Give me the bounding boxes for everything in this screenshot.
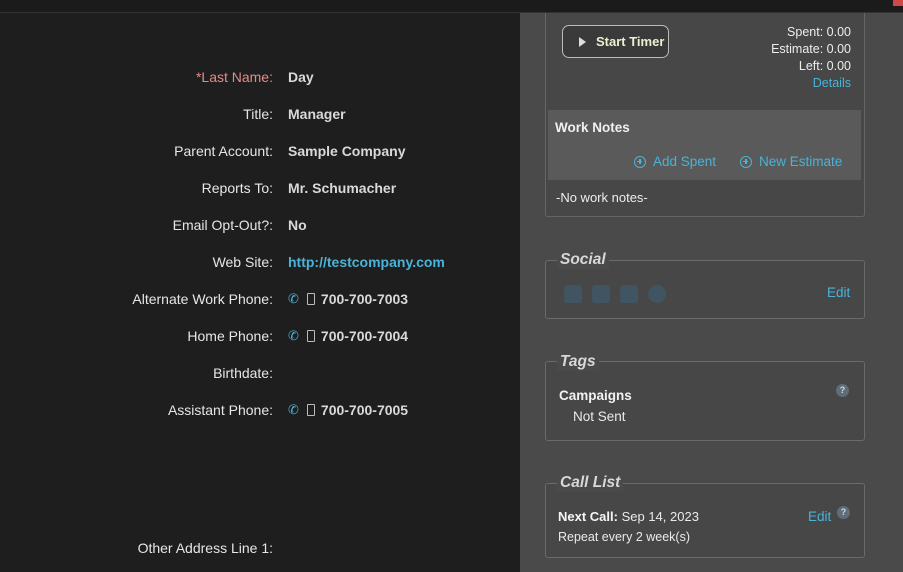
linkedin-icon[interactable] xyxy=(620,285,638,303)
campaigns-value: Not Sent xyxy=(573,409,626,424)
twitter-icon[interactable] xyxy=(592,285,610,303)
start-timer-label: Start Timer xyxy=(596,34,665,49)
mobile-icon[interactable] xyxy=(306,404,315,416)
phone-icon[interactable]: ✆ xyxy=(288,291,299,307)
next-call-label: Next Call: xyxy=(558,509,618,524)
campaigns-title: Campaigns xyxy=(559,388,632,403)
field-label: Web Site: xyxy=(212,254,273,270)
field-label: Title: xyxy=(243,106,273,122)
close-marker[interactable] xyxy=(893,0,903,6)
social-legend: Social xyxy=(557,251,609,269)
mobile-icon[interactable] xyxy=(306,293,315,305)
field-label: Home Phone: xyxy=(187,328,273,344)
add-spent-button[interactable]: Add Spent xyxy=(634,154,716,169)
add-circle-icon xyxy=(740,155,752,168)
facebook-icon[interactable] xyxy=(564,285,582,303)
field-value[interactable]: Sample Company xyxy=(288,143,405,159)
web-site-link[interactable]: http://testcompany.com xyxy=(288,254,445,270)
field-alternate-work-phone: Alternate Work Phone: ✆ 700-700-7003 xyxy=(0,289,520,309)
phone-number: 700-700-7003 xyxy=(320,291,409,307)
call-list-edit-link[interactable]: Edit xyxy=(808,509,831,524)
details-link[interactable]: Details xyxy=(771,75,851,92)
spent-stat: Spent: 0.00 xyxy=(787,25,851,39)
field-web-site: Web Site: http://testcompany.com xyxy=(0,252,520,272)
field-label: Alternate Work Phone: xyxy=(132,291,273,307)
next-call-date: Sep 14, 2023 xyxy=(617,509,699,524)
left-stat: Left: 0.00 xyxy=(798,59,851,73)
add-circle-icon xyxy=(634,155,646,168)
field-value: No xyxy=(288,217,307,233)
help-icon[interactable]: ? xyxy=(836,384,849,397)
work-notes-title: Work Notes xyxy=(555,120,630,135)
field-label: Email Opt-Out?: xyxy=(172,217,273,233)
field-title: Title: Manager xyxy=(0,104,520,124)
mobile-icon[interactable] xyxy=(306,330,315,342)
field-label: Reports To: xyxy=(201,180,273,196)
field-label: *Last Name: xyxy=(195,69,273,85)
field-parent-account: Parent Account: Sample Company xyxy=(0,141,520,161)
field-last-name: *Last Name: Day xyxy=(0,67,520,87)
phone-icon[interactable]: ✆ xyxy=(288,402,299,418)
new-estimate-label: New Estimate xyxy=(759,154,843,169)
field-value[interactable]: Mr. Schumacher xyxy=(288,180,396,196)
field-value: Manager xyxy=(288,106,346,122)
phone-value: ✆ 700-700-7004 xyxy=(288,328,408,344)
next-call: Next Call: Sep 14, 2023 xyxy=(558,509,699,524)
start-timer-button[interactable]: Start Timer xyxy=(562,25,669,58)
field-label: Parent Account: xyxy=(174,143,273,159)
phone-icon[interactable]: ✆ xyxy=(288,328,299,344)
field-other-address-line-1: Other Address Line 1: xyxy=(0,538,520,558)
field-reports-to: Reports To: Mr. Schumacher xyxy=(0,178,520,198)
window-top-bar xyxy=(0,0,903,13)
timer-stats: Spent: 0.00 Estimate: 0.00 Left: 0.00 De… xyxy=(771,24,851,92)
field-label: Assistant Phone: xyxy=(167,402,273,418)
skype-icon[interactable] xyxy=(648,285,666,303)
help-icon[interactable]: ? xyxy=(837,506,850,519)
field-value: Day xyxy=(288,69,314,85)
work-notes-header: Work Notes Add Spent New Estimate xyxy=(548,110,861,180)
call-list-legend: Call List xyxy=(557,474,624,492)
phone-number: 700-700-7005 xyxy=(320,402,409,418)
field-label: Other Address Line 1: xyxy=(137,540,273,556)
social-icons xyxy=(564,285,666,303)
field-birthdate: Birthdate: xyxy=(0,363,520,383)
estimate-stat: Estimate: 0.00 xyxy=(771,42,851,56)
phone-value: ✆ 700-700-7003 xyxy=(288,291,408,307)
phone-value: ✆ 700-700-7005 xyxy=(288,402,408,418)
tags-legend: Tags xyxy=(557,353,599,371)
social-edit-link[interactable]: Edit xyxy=(827,285,850,300)
field-email-opt-out: Email Opt-Out?: No xyxy=(0,215,520,235)
phone-number: 700-700-7004 xyxy=(320,328,409,344)
field-assistant-phone: Assistant Phone: ✆ 700-700-7005 xyxy=(0,400,520,420)
add-spent-label: Add Spent xyxy=(653,154,717,169)
new-estimate-button[interactable]: New Estimate xyxy=(740,154,842,169)
no-work-notes-text: -No work notes- xyxy=(556,190,648,205)
field-home-phone: Home Phone: ✆ 700-700-7004 xyxy=(0,326,520,346)
repeat-text: Repeat every 2 week(s) xyxy=(558,530,691,544)
play-icon xyxy=(579,36,586,47)
field-label: Birthdate: xyxy=(213,365,273,381)
